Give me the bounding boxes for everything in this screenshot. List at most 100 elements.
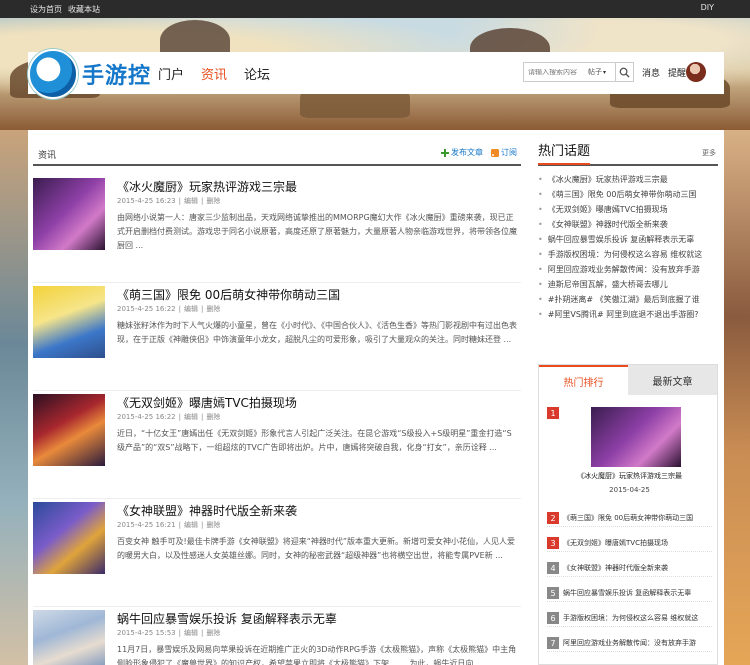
rank-number: 6 xyxy=(547,612,559,624)
edit-link[interactable]: 编辑 xyxy=(184,521,198,529)
article-item: 《萌三国》限免 00后萌女神带你萌动三国 2015-4-25 16:22 | 编辑 |… xyxy=(33,286,521,391)
article-thumbnail[interactable] xyxy=(33,502,105,574)
logo-emblem-icon xyxy=(28,49,78,99)
rank-number: 4 xyxy=(547,562,559,574)
rank-number: 7 xyxy=(547,637,559,649)
featured-thumbnail[interactable] xyxy=(591,407,681,467)
ranking-item[interactable]: 3 《无双剑姬》曝唐嫣TVC拍摄现场 xyxy=(547,536,712,552)
featured-title: 《冰火魔厨》玩家热评游戏三宗最 xyxy=(577,472,682,480)
ranking-item-title: 阿里回应游戏业务解散传闻：没有放弃手游 xyxy=(563,639,696,647)
top-bar: 设为首页 收藏本站 DIY xyxy=(0,0,750,18)
edit-link[interactable]: 编辑 xyxy=(184,629,198,637)
article-thumbnail[interactable] xyxy=(33,178,105,250)
article-item: 《女神联盟》神器时代版全新来袭 2015-4-25 16:21 | 编辑 | 删除 百变… xyxy=(33,502,521,607)
main-nav: 门户 资讯 论坛 xyxy=(158,64,270,83)
search-type-select[interactable]: 帖子 xyxy=(588,67,602,77)
list-item[interactable]: #扑朔迷离# 《笑傲江湖》最后到底握了谁 xyxy=(538,292,718,307)
set-homepage-link[interactable]: 设为首页 xyxy=(30,4,62,15)
article-thumbnail[interactable] xyxy=(33,610,105,665)
ranking-item-title: 《萌三国》限免 00后萌女神带你萌动三国 xyxy=(563,514,694,522)
ranking-featured[interactable]: 1 《冰火魔厨》玩家热评游戏三宗最 2015-04-25 xyxy=(547,407,712,497)
ranking-item-title: 《女神联盟》神器时代版全新来袭 xyxy=(563,564,668,572)
nav-forum[interactable]: 论坛 xyxy=(244,64,270,83)
delete-link[interactable]: 删除 xyxy=(206,305,220,313)
list-item[interactable]: 《萌三国》限免 00后萌女神带你萌动三国 xyxy=(538,187,718,202)
main-content: 资讯 发布文章 订阅 《冰火魔厨》玩家热评游戏三宗最 2015-4-25 16:… xyxy=(28,130,724,665)
article-title[interactable]: 《冰火魔厨》玩家热评游戏三宗最 xyxy=(117,178,297,195)
article-title[interactable]: 蜗牛回应暴雪娱乐投诉 复函解释表示无辜 xyxy=(117,610,337,627)
search-box: 帖子 ▾ xyxy=(523,62,634,82)
edit-link[interactable]: 编辑 xyxy=(184,197,198,205)
rank-number: 2 xyxy=(547,512,559,524)
article-title[interactable]: 《女神联盟》神器时代版全新来袭 xyxy=(117,502,297,519)
list-item[interactable]: 蜗牛回应暴雪娱乐投诉 复函解释表示无辜 xyxy=(538,232,718,247)
list-item[interactable]: 《冰火魔厨》玩家热评游戏三宗最 xyxy=(538,172,718,187)
site-header: 手游控 门户 资讯 论坛 帖子 ▾ 消息 提醒 xyxy=(28,49,724,99)
article-title[interactable]: 《萌三国》限免 00后萌女神带你萌动三国 xyxy=(117,286,340,303)
article-summary: 近日，“十亿女王”唐嫣出任《无双剑姬》形象代言人引起广泛关注。在昆仑游戏“S级投… xyxy=(117,429,512,452)
rank-number: 1 xyxy=(547,407,559,419)
nav-portal[interactable]: 门户 xyxy=(158,64,184,83)
header-user-links: 消息 提醒 xyxy=(642,66,686,79)
delete-link[interactable]: 删除 xyxy=(206,629,220,637)
delete-link[interactable]: 删除 xyxy=(206,521,220,529)
list-item[interactable]: 阿里回应游戏业务解散传闻：没有放弃手游 xyxy=(538,262,718,277)
ranking-item-title: 手游版权困境：为何侵权这么容易 维权就这 xyxy=(563,614,699,622)
tab-latest-articles[interactable]: 最新文章 xyxy=(628,365,717,395)
list-item[interactable]: 《女神联盟》神器时代版全新来袭 xyxy=(538,217,718,232)
diy-link[interactable]: DIY xyxy=(701,3,714,12)
notifications-link[interactable]: 提醒 xyxy=(668,66,686,79)
article-meta: 2015-4-25 16:22 | 编辑 | 删除 xyxy=(117,413,221,421)
article-date: 2015-4-25 16:23 xyxy=(117,197,176,205)
article-thumbnail[interactable] xyxy=(33,286,105,358)
article-meta: 2015-4-25 16:23 | 编辑 | 删除 xyxy=(117,197,221,205)
article-summary: 11月7日，暴雪娱乐及网易向苹果投诉在近期推广正火的3D动作RPG手游《太极熊猫… xyxy=(117,645,517,665)
tab-hot-ranking[interactable]: 热门排行 xyxy=(539,365,628,395)
search-input[interactable] xyxy=(524,68,584,76)
ranking-item[interactable]: 7 阿里回应游戏业务解散传闻：没有放弃手游 xyxy=(547,636,712,652)
logo-text: 手游控 xyxy=(82,64,152,89)
messages-link[interactable]: 消息 xyxy=(642,66,660,79)
article-item: 《冰火魔厨》玩家热评游戏三宗最 2015-4-25 16:23 | 编辑 | 删除 由网… xyxy=(33,178,521,283)
edit-link[interactable]: 编辑 xyxy=(184,413,198,421)
rss-icon xyxy=(491,148,499,157)
article-summary: 由网络小说第一人：唐家三少监制出品，天戏网络诚挚推出的MMORPG魔幻大作《冰火… xyxy=(117,213,517,250)
left-side-decoration xyxy=(0,130,28,665)
delete-link[interactable]: 删除 xyxy=(206,197,220,205)
article-date: 2015-4-25 16:22 xyxy=(117,413,176,421)
avatar[interactable] xyxy=(686,62,706,82)
ranking-item-title: 蜗牛回应暴雪娱乐投诉 复函解释表示无辜 xyxy=(563,589,692,597)
subscribe-button[interactable]: 订阅 xyxy=(491,147,517,158)
hot-topics-list: 《冰火魔厨》玩家热评游戏三宗最 《萌三国》限免 00后萌女神带你萌动三国 《无双… xyxy=(538,172,718,322)
article-title[interactable]: 《无双剑姬》曝唐嫣TVC拍摄现场 xyxy=(117,394,297,411)
article-summary: 百变女神 触手可及!最佳卡牌手游《女神联盟》将迎来“神器时代”版本重大更新。新增… xyxy=(117,537,516,560)
article-date: 2015-4-25 15:53 xyxy=(117,629,176,637)
article-item: 《无双剑姬》曝唐嫣TVC拍摄现场 2015-4-25 16:22 | 编辑 | 删除 近… xyxy=(33,394,521,499)
article-thumbnail[interactable] xyxy=(33,394,105,466)
ranking-item[interactable]: 2 《萌三国》限免 00后萌女神带你萌动三国 xyxy=(547,511,712,527)
list-item[interactable]: 手游版权困境：为何侵权这么容易 维权就这 xyxy=(538,247,718,262)
subscribe-label: 订阅 xyxy=(501,148,517,157)
chevron-down-icon: ▾ xyxy=(603,68,607,76)
delete-link[interactable]: 删除 xyxy=(206,413,220,421)
plus-icon xyxy=(441,148,449,157)
list-item[interactable]: 迪斯尼帝国瓦解，盛大桥哥去哪儿 xyxy=(538,277,718,292)
more-link[interactable]: 更多 xyxy=(702,148,716,158)
list-item[interactable]: #阿里VS腾讯# 阿里到底退不退出手游圈? xyxy=(538,307,718,322)
bookmark-link[interactable]: 收藏本站 xyxy=(68,4,100,15)
nav-news[interactable]: 资讯 xyxy=(201,64,227,83)
right-side-decoration xyxy=(724,130,750,665)
ranking-item[interactable]: 4 《女神联盟》神器时代版全新来袭 xyxy=(547,561,712,577)
site-logo[interactable]: 手游控 xyxy=(28,46,158,102)
search-icon xyxy=(619,67,630,78)
list-item[interactable]: 《无双剑姬》曝唐嫣TVC拍摄现场 xyxy=(538,202,718,217)
hot-topics-header: 热门话题 更多 xyxy=(538,140,718,166)
ranking-item[interactable]: 6 手游版权困境：为何侵权这么容易 维权就这 xyxy=(547,611,712,627)
ranking-item[interactable]: 5 蜗牛回应暴雪娱乐投诉 复函解释表示无辜 xyxy=(547,586,712,602)
search-button[interactable] xyxy=(615,63,633,81)
publish-label: 发布文章 xyxy=(451,148,483,157)
edit-link[interactable]: 编辑 xyxy=(184,305,198,313)
publish-article-button[interactable]: 发布文章 xyxy=(441,147,483,158)
news-section-header: 资讯 发布文章 订阅 xyxy=(33,140,521,166)
hot-topics-title: 热门话题 xyxy=(538,140,591,165)
